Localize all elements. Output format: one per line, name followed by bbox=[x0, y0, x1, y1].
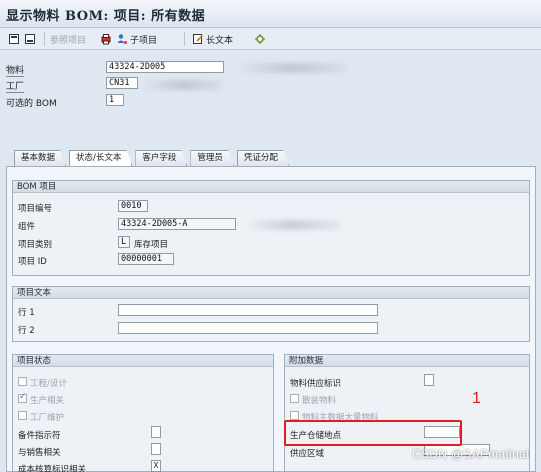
production-checkbox[interactable] bbox=[18, 392, 27, 403]
group-title: 项目文本 bbox=[13, 287, 529, 299]
bulk-material-checkbox[interactable] bbox=[290, 394, 299, 403]
component-label: 组件 bbox=[18, 222, 36, 232]
tab-document-assignment[interactable]: 凭证分配 bbox=[237, 150, 289, 166]
where-used-button[interactable] bbox=[100, 31, 112, 47]
document-prev-icon bbox=[9, 34, 19, 44]
annotation-marker: 1 bbox=[472, 390, 481, 407]
plant-maint-label: 工厂维护 bbox=[30, 413, 65, 423]
production-label: 生产相关 bbox=[30, 396, 65, 406]
item-category-text: 库存项目 bbox=[134, 240, 169, 250]
prev-object-button[interactable] bbox=[8, 31, 20, 47]
person-group-icon bbox=[117, 34, 127, 44]
alt-bom-label: 可选的 BOM bbox=[6, 99, 57, 109]
title-bar: 显示物料 BOM: 项目: 所有数据 bbox=[0, 0, 541, 28]
document-next-icon bbox=[25, 34, 35, 44]
line2-label: 行 2 bbox=[18, 326, 35, 336]
line2-input[interactable] bbox=[118, 322, 378, 334]
redacted-text bbox=[142, 80, 222, 90]
engineering-label: 工程/设计 bbox=[30, 379, 67, 389]
vendor-indicator-label: 物料供应标识 bbox=[290, 379, 342, 389]
plant-maint-checkbox[interactable] bbox=[18, 411, 27, 420]
application-toolbar: 参照项目 子项目 长文本 bbox=[0, 28, 541, 50]
tab-status-longtext[interactable]: 状态/长文本 bbox=[69, 150, 132, 166]
ref-item-button[interactable]: 参照项目 bbox=[50, 31, 86, 47]
sub-item-button[interactable]: 子项目 bbox=[116, 31, 157, 47]
long-text-label: 长文本 bbox=[206, 35, 234, 46]
material-label: 物料 bbox=[6, 66, 25, 77]
redacted-text bbox=[244, 220, 340, 230]
toolbar-separator bbox=[44, 32, 45, 46]
material-field[interactable]: 43324-2D005 bbox=[106, 61, 224, 73]
sales-label: 与销售相关 bbox=[18, 448, 61, 458]
watermark: CSDN @SAPmatinal bbox=[411, 447, 529, 461]
bulk-material-label: 散装物料 bbox=[302, 396, 337, 406]
plant-field[interactable]: CN31 bbox=[106, 77, 138, 89]
item-no-label: 项目编号 bbox=[18, 204, 53, 214]
item-id-label: 项目 ID bbox=[18, 257, 47, 267]
component-field[interactable]: 43324-2D005-A bbox=[118, 218, 236, 230]
printer-icon bbox=[101, 34, 111, 45]
long-text-button[interactable]: 长文本 bbox=[192, 31, 233, 47]
line1-input[interactable] bbox=[118, 304, 378, 316]
costing-label: 成本核算标识相关 bbox=[18, 465, 87, 472]
engineering-checkbox[interactable] bbox=[18, 377, 27, 386]
supply-area-label: 供应区域 bbox=[290, 449, 325, 459]
alt-bom-field[interactable]: 1 bbox=[106, 94, 124, 106]
tab-administration[interactable]: 管理员 bbox=[190, 150, 234, 166]
tab-basic-data[interactable]: 基本数据 bbox=[14, 150, 66, 166]
group-title: BOM 项目 bbox=[13, 181, 529, 193]
group-title: 项目状态 bbox=[13, 355, 273, 367]
item-category-field[interactable]: L bbox=[118, 236, 130, 248]
item-category-label: 项目类别 bbox=[18, 240, 53, 250]
costing-field[interactable]: X bbox=[151, 460, 161, 472]
vendor-indicator-field[interactable] bbox=[424, 374, 434, 386]
spare-part-field[interactable] bbox=[151, 426, 161, 438]
sub-item-label: 子项目 bbox=[130, 35, 158, 46]
tab-strip: 基本数据 状态/长文本 客户字段 管理员 凭证分配 bbox=[14, 150, 292, 166]
line1-label: 行 1 bbox=[18, 308, 35, 318]
highlight-box bbox=[284, 420, 462, 446]
settings-button[interactable] bbox=[254, 31, 266, 47]
bulk-master-checkbox[interactable] bbox=[290, 411, 299, 420]
group-title: 附加数据 bbox=[285, 355, 529, 367]
ref-item-label: 参照项目 bbox=[50, 35, 87, 46]
item-no-field[interactable]: 0010 bbox=[118, 200, 148, 212]
redacted-text bbox=[236, 63, 346, 73]
edit-document-icon bbox=[193, 34, 204, 44]
window-title: 显示物料 BOM: 项目: 所有数据 bbox=[6, 9, 206, 24]
spare-part-label: 备件指示符 bbox=[18, 431, 61, 441]
item-id-field[interactable]: 00000001 bbox=[118, 253, 174, 265]
plant-label: 工厂 bbox=[6, 82, 25, 93]
gear-sparkle-icon bbox=[255, 34, 265, 44]
toolbar-separator bbox=[184, 32, 185, 46]
tab-customer-fields[interactable]: 客户字段 bbox=[135, 150, 187, 166]
next-object-button[interactable] bbox=[24, 31, 36, 47]
sales-field[interactable] bbox=[151, 443, 161, 455]
